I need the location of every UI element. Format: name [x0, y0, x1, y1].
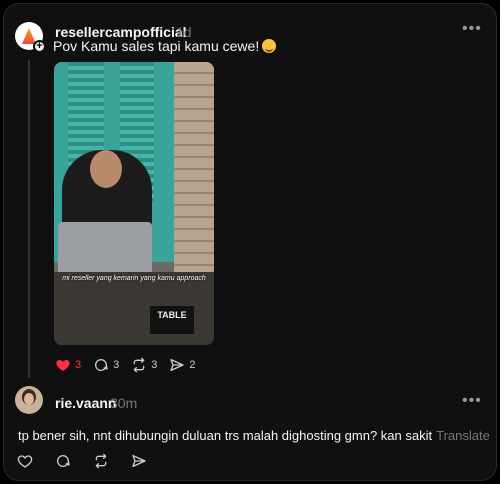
share-count: 2 — [189, 359, 196, 371]
video-caption-overlay: mi reseller yang kemarin yang kamu appro… — [62, 275, 206, 282]
send-paper-plane-icon — [132, 455, 146, 467]
comment-button[interactable]: 3 — [93, 357, 119, 373]
reply-action-bar — [17, 453, 163, 469]
reply-author-avatar[interactable] — [15, 386, 43, 414]
share-button[interactable]: 2 — [169, 357, 196, 373]
translate-link[interactable]: Translate — [436, 428, 490, 443]
video-table-sign: TABLE — [150, 306, 194, 334]
reply-timestamp[interactable]: 30m — [110, 395, 137, 411]
comment-bubble-icon — [95, 359, 108, 371]
reply-more-options-icon[interactable]: ••• — [462, 392, 482, 410]
repost-arrows-icon — [133, 357, 145, 373]
comment-count: 3 — [113, 359, 120, 371]
like-button[interactable]: 3 — [55, 357, 81, 373]
post-caption-text: Pov Kamu sales tapi kamu cewe! — [53, 38, 260, 54]
smiling-face-emoji-icon — [262, 39, 277, 53]
repost-count: 3 — [151, 359, 158, 371]
reply-share-button[interactable] — [131, 453, 151, 469]
post-caption: Pov Kamu sales tapi kamu cewe! — [53, 38, 277, 54]
heart-outline-icon — [17, 455, 33, 468]
heart-filled-icon — [56, 360, 70, 371]
repost-arrows-icon — [95, 453, 107, 469]
send-paper-plane-icon — [170, 359, 185, 371]
like-count: 3 — [75, 359, 82, 371]
post-video[interactable]: TABLE mi reseller yang kemarin yang kamu… — [54, 62, 214, 345]
reply-repost-button[interactable] — [93, 453, 113, 469]
repost-button[interactable]: 3 — [131, 357, 157, 373]
thread-connector-line — [28, 60, 30, 378]
reply-text: tp bener sih, nnt dihubungin duluan trs … — [18, 428, 433, 443]
reply-like-button[interactable] — [17, 453, 37, 469]
reply-comment-button[interactable] — [55, 453, 75, 469]
comment-bubble-icon — [57, 455, 70, 467]
reply-username[interactable]: rie.vaann — [55, 395, 116, 411]
reply-body: tp bener sih, nnt dihubungin duluan trs … — [18, 428, 490, 443]
follow-plus-icon[interactable]: + — [33, 40, 46, 53]
post-action-bar: 3 3 3 2 — [55, 357, 208, 373]
post-more-options-icon[interactable]: ••• — [462, 20, 482, 38]
